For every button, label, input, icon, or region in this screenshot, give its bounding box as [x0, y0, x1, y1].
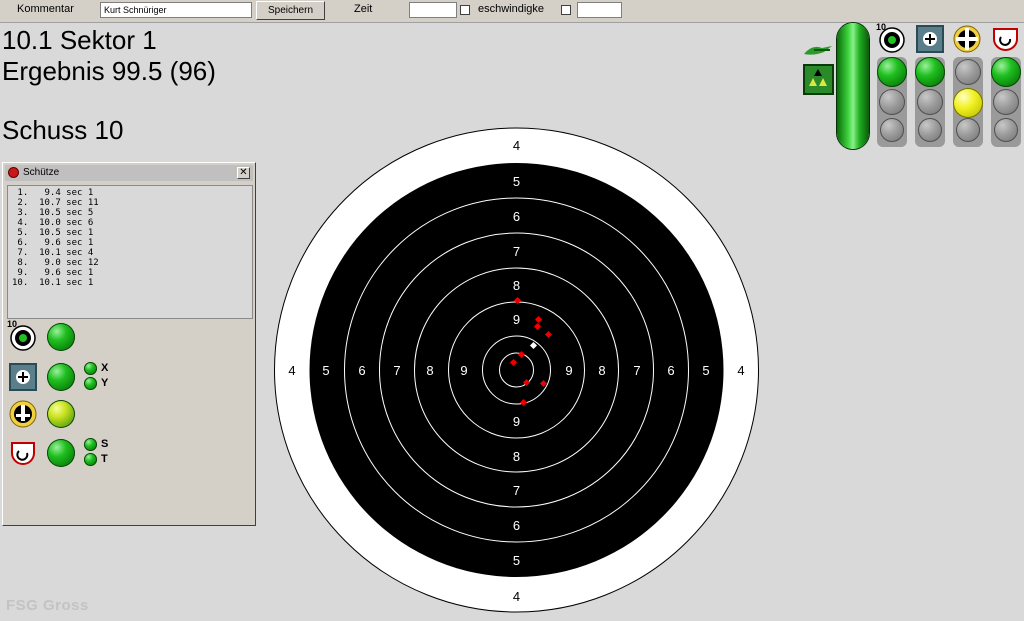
shooting-target: 4 5 6 7 8 9 9 8 7 6 5 4 4 5 6 7 8 9 9 8 … [274, 127, 759, 613]
shot-value-line: 10.1 Sektor 1 [2, 25, 157, 55]
ring-label-left-4: 4 [288, 363, 295, 378]
panel-title: Schütze [23, 167, 60, 178]
ring-label-top-5: 5 [513, 174, 520, 189]
comment-input[interactable]: Kurt Schnüriger [100, 2, 252, 18]
shot-row: 1. 9.4 sec 1 [12, 188, 94, 198]
crosshair-icon[interactable] [953, 25, 981, 53]
ring-label-bottom-8: 8 [513, 449, 520, 464]
ten-badge: 10 [7, 319, 18, 329]
ring-label-left-8: 8 [426, 363, 433, 378]
signal-light [993, 89, 1019, 115]
ring-label-bottom-9: 9 [513, 414, 520, 429]
t-light [84, 453, 97, 466]
s-label: S [101, 438, 109, 450]
ring-label-top-8: 8 [513, 278, 520, 293]
ring-label-left-6: 6 [358, 363, 365, 378]
save-button[interactable]: Speichern [256, 1, 325, 20]
close-icon[interactable]: ✕ [237, 167, 250, 179]
shot-list: 1. 9.4 sec 1 2. 10.7 sec 11 3. 10.5 sec … [7, 185, 253, 319]
timer-status-light [47, 439, 75, 467]
ring-label-top-9: 9 [513, 312, 520, 327]
y-light [84, 377, 97, 390]
shot-number: Schuss 10 [2, 115, 124, 145]
signal-light [917, 89, 943, 115]
shot-row: 9. 9.6 sec 1 [12, 268, 94, 278]
signal-light [994, 118, 1018, 142]
ring-label-right-7: 7 [633, 363, 640, 378]
shooter-status-light [47, 400, 75, 428]
target-status-light [47, 323, 75, 351]
level-tube [837, 23, 869, 149]
signal-light [956, 118, 980, 142]
ring-label-left-5: 5 [322, 363, 329, 378]
x-label: X [101, 362, 109, 374]
shot-row: 2. 10.7 sec 11 [12, 198, 99, 208]
signal-light [955, 59, 981, 85]
ring-label-top-6: 6 [513, 209, 520, 224]
ring-label-left-9: 9 [460, 363, 467, 378]
ring-label-top-4: 4 [513, 138, 520, 153]
signal-light [877, 57, 907, 87]
ring-label-right-4: 4 [737, 363, 744, 378]
t-label: T [101, 453, 108, 465]
signal-light [879, 89, 905, 115]
ring-label-right-9: 9 [565, 363, 572, 378]
time-label: Zeit [354, 3, 373, 15]
shot-row: 7. 10.1 sec 4 [12, 248, 94, 258]
ring-label-right-8: 8 [598, 363, 605, 378]
speed-input[interactable] [577, 2, 622, 18]
xy-status-light [47, 363, 75, 391]
signal-light [991, 57, 1021, 87]
ring-label-bottom-6: 6 [513, 518, 520, 533]
aa-icon[interactable] [803, 64, 834, 95]
ring-label-right-5: 5 [702, 363, 709, 378]
timer-icon[interactable] [9, 439, 37, 467]
speed-checkbox[interactable] [561, 5, 571, 15]
target-10-icon[interactable]: 10 [876, 22, 906, 53]
speed-label: eschwindigke [478, 3, 545, 15]
ten-badge: 10 [876, 22, 887, 32]
toolbar: Kommentar Kurt Schnüriger Speichern Zeit… [0, 0, 1024, 23]
signal-light [953, 88, 983, 118]
ring-label-bottom-7: 7 [513, 483, 520, 498]
shot-row: 6. 9.6 sec 1 [12, 238, 94, 248]
shot-row: 5. 10.5 sec 1 [12, 228, 94, 238]
target-10-icon[interactable]: 10 [7, 319, 37, 351]
comment-label: Kommentar [17, 3, 74, 15]
timer-icon[interactable] [991, 25, 1021, 53]
ring-label-bottom-4: 4 [513, 589, 520, 604]
ring-label-top-7: 7 [513, 244, 520, 259]
signal-light [918, 118, 942, 142]
plus-box-icon[interactable] [9, 363, 37, 391]
s-light [84, 438, 97, 451]
panel-titlebar: Schütze ✕ [5, 165, 253, 181]
signal-light [880, 118, 904, 142]
shot-row: 4. 10.0 sec 6 [12, 218, 94, 228]
plus-box-icon[interactable] [916, 25, 944, 53]
x-light [84, 362, 97, 375]
time-input[interactable] [409, 2, 457, 18]
shooter-panel: Schütze ✕ 1. 9.4 sec 1 2. 10.7 sec 11 3.… [2, 162, 256, 526]
signal-light [915, 57, 945, 87]
shot-row: 10. 10.1 sec 1 [12, 278, 94, 288]
logo-icon [802, 40, 834, 58]
shot-row: 3. 10.5 sec 5 [12, 208, 94, 218]
watermark: FSG Gross [6, 597, 89, 614]
ring-label-left-7: 7 [393, 363, 400, 378]
target-rings [274, 127, 759, 613]
y-label: Y [101, 377, 109, 389]
ring-label-right-6: 6 [667, 363, 674, 378]
shot-row: 8. 9.0 sec 12 [12, 258, 99, 268]
result-line: Ergebnis 99.5 (96) [2, 56, 216, 86]
ring-label-bottom-5: 5 [513, 553, 520, 568]
shooter-icon[interactable] [9, 400, 37, 428]
app-icon [8, 167, 19, 178]
time-checkbox[interactable] [460, 5, 470, 15]
